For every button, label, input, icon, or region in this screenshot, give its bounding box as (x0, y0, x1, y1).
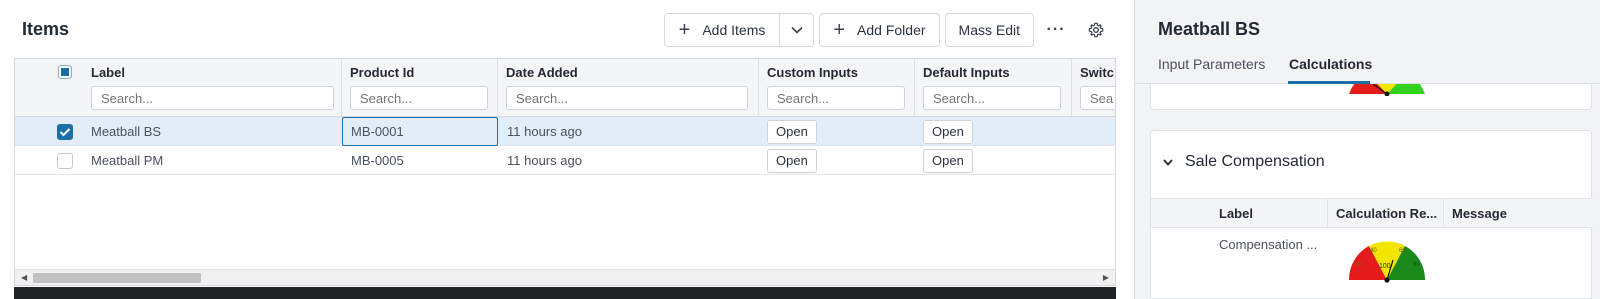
chevron-down-icon (791, 26, 803, 34)
row-default-inputs: Open (923, 117, 973, 146)
select-all-checkbox[interactable] (58, 65, 72, 79)
add-items-dropdown-button[interactable] (780, 13, 815, 47)
scroll-left-icon[interactable]: ◀ (21, 273, 27, 282)
mass-edit-label: Mass Edit (958, 22, 1020, 38)
table-row[interactable]: Compensation ... 20 40 60 80 100 (1151, 228, 1593, 288)
row-label: Meatball BS (91, 124, 162, 139)
gauge-tick: 80 (1413, 262, 1420, 268)
settings-button[interactable] (1076, 13, 1116, 47)
table-row[interactable]: Meatball PM MB-0005 11 hours ago Open Op… (15, 146, 1115, 175)
row-checkbox[interactable] (57, 152, 73, 169)
row-product-id: MB-0001 (351, 124, 404, 139)
column-date-added: Date Added (498, 59, 759, 117)
table-header: Label Product Id Date Added Custom Input… (15, 59, 1115, 117)
column-product-id-header: Product Id (350, 65, 415, 80)
add-folder-button[interactable]: + Add Folder (819, 13, 940, 47)
detail-panel: Meatball BS Input Parameters Calculation… (1134, 0, 1600, 299)
default-inputs-search-input[interactable] (923, 86, 1061, 110)
row-date-added: 11 hours ago (507, 153, 582, 168)
horizontal-scrollbar[interactable]: ◀ ▶ (15, 269, 1115, 285)
gauge-tick: 20 (1355, 262, 1362, 268)
row-date-added: 11 hours ago (507, 124, 582, 139)
gauge-tick: 40 (1370, 248, 1377, 254)
table-body: Meatball BS MB-0001 11 hours ago Open Op… (15, 117, 1115, 175)
scroll-right-icon[interactable]: ▶ (1103, 273, 1109, 282)
scrollbar-thumb[interactable] (33, 273, 201, 283)
row-label: Compensation ... (1219, 237, 1318, 252)
column-custom-inputs: Custom Inputs (759, 59, 915, 117)
row-checkbox-cell (57, 146, 73, 175)
column-label: Label (83, 59, 342, 117)
gear-icon (1088, 22, 1104, 38)
items-panel: Items + Add Items + Add Folder Mass Edit… (0, 0, 1136, 299)
row-label: Meatball PM (91, 153, 164, 168)
chevron-down-icon (1163, 158, 1173, 166)
sale-compensation-section: Sale Compensation Label Calculation Re..… (1150, 130, 1593, 299)
section-header[interactable]: Sale Compensation (1163, 153, 1325, 171)
checkmark-icon (59, 127, 71, 136)
row-custom-inputs: Open (767, 117, 817, 146)
row-product-id: MB-0005 (351, 153, 404, 168)
gauge-center-value: 100 (1379, 263, 1391, 270)
tab-input-parameters[interactable]: Input Parameters (1158, 56, 1265, 72)
detail-title: Meatball BS (1158, 19, 1261, 39)
gauge-tick: 60 (1399, 248, 1406, 254)
column-custom-inputs-header: Custom Inputs (767, 65, 858, 80)
plus-icon: + (678, 19, 691, 41)
column-switch-header: Switc (1080, 65, 1114, 80)
add-folder-label: Add Folder (857, 22, 926, 38)
product-id-search-input[interactable] (350, 86, 488, 110)
items-toolbar: + Add Items + Add Folder Mass Edit ··· (663, 13, 1116, 47)
column-default-inputs: Default Inputs (915, 59, 1072, 117)
row-checkbox-cell (57, 117, 73, 146)
select-all-column (15, 59, 81, 117)
column-date-added-header: Date Added (506, 65, 578, 80)
plus-icon: + (833, 19, 846, 41)
row-custom-inputs: Open (767, 146, 817, 175)
detail-tabs: Input Parameters Calculations (1135, 46, 1600, 84)
app-root: Items + Add Items + Add Folder Mass Edit… (0, 0, 1600, 299)
items-table: Label Product Id Date Added Custom Input… (14, 58, 1116, 286)
section-title: Sale Compensation (1185, 153, 1325, 170)
calculation-table-header: Label Calculation Re... Message (1151, 199, 1593, 228)
column-label-header: Label (91, 65, 125, 80)
open-custom-inputs-button[interactable]: Open (767, 148, 817, 173)
table-row[interactable]: Meatball BS MB-0001 11 hours ago Open Op… (15, 117, 1115, 146)
label-search-input[interactable] (91, 86, 334, 110)
add-items-button[interactable]: + Add Items (663, 13, 781, 47)
column-switch: Switc (1072, 59, 1115, 117)
switch-search-input[interactable] (1080, 86, 1115, 110)
gauge-icon (1349, 84, 1425, 96)
date-added-search-input[interactable] (506, 86, 748, 110)
more-options-icon[interactable]: ··· (1038, 13, 1074, 47)
page-title: Items (22, 19, 70, 39)
gauge-icon: 20 40 60 80 100 (1348, 241, 1426, 283)
add-items-split-button: + Add Items (663, 13, 815, 47)
calculation-table: Label Calculation Re... Message Compensa… (1151, 198, 1593, 299)
column-label-header: Label (1151, 199, 1328, 228)
open-default-inputs-button[interactable]: Open (923, 148, 973, 173)
open-custom-inputs-button[interactable]: Open (767, 119, 817, 144)
previous-section-card (1150, 84, 1592, 110)
tab-calculations[interactable]: Calculations (1289, 56, 1372, 72)
column-product-id: Product Id (342, 59, 498, 117)
custom-inputs-search-input[interactable] (767, 86, 905, 110)
add-items-label: Add Items (702, 22, 766, 38)
row-checkbox[interactable] (57, 123, 73, 140)
row-default-inputs: Open (923, 146, 973, 175)
column-default-inputs-header: Default Inputs (923, 65, 1010, 80)
column-message-header: Message (1452, 206, 1507, 221)
mass-edit-button[interactable]: Mass Edit (944, 13, 1034, 47)
open-default-inputs-button[interactable]: Open (923, 119, 973, 144)
column-calculation-result-header: Calculation Re... (1328, 199, 1444, 228)
bottom-bar (14, 287, 1116, 299)
